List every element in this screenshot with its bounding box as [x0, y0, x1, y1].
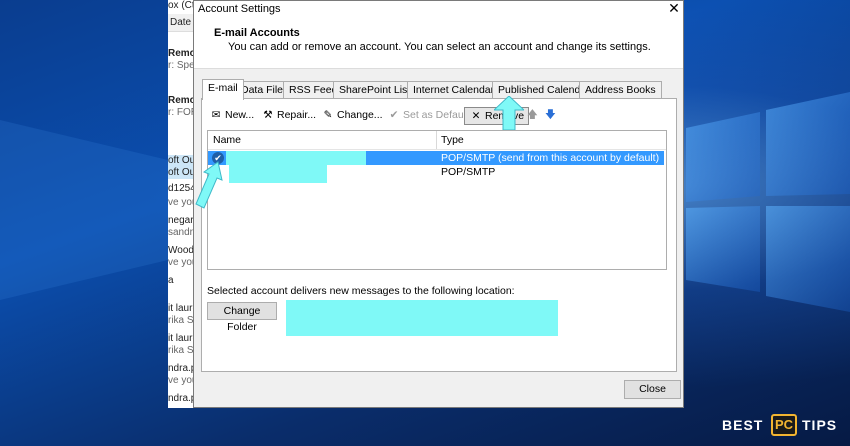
outlook-folder-title: ox (Ctr — [168, 0, 193, 11]
close-button[interactable]: Close — [624, 380, 681, 399]
message-list-item[interactable]: oft Ou — [168, 167, 193, 179]
name-column-header[interactable]: Name — [213, 134, 241, 146]
message-list-item[interactable]: ve you — [168, 257, 193, 269]
message-list-item[interactable]: it laure — [168, 303, 193, 315]
dialog-title: Account Settings — [198, 3, 281, 15]
section-title: E-mail Accounts — [214, 27, 300, 39]
tab-internet-calendars[interactable]: Internet Calendars — [407, 81, 506, 99]
redacted-account-name — [229, 165, 327, 183]
message-list-item[interactable]: oft Ou — [168, 155, 193, 167]
outlook-message-list: ox (Ctr Date Remor: SpecRemor: FORoft Ou… — [168, 0, 194, 408]
message-list-item[interactable]: r: FOR — [168, 107, 193, 119]
new-account-button[interactable]: ✉ New... — [207, 107, 256, 125]
annotation-arrow-account — [195, 161, 223, 209]
new-mail-icon: ✉ — [211, 109, 221, 121]
redacted-account-name — [226, 151, 366, 165]
new-label: New... — [225, 109, 255, 121]
message-list-item[interactable]: rika S — [168, 315, 193, 327]
message-list-item[interactable]: Remo — [168, 48, 193, 60]
message-list-item[interactable]: negar — [168, 215, 193, 227]
close-icon[interactable]: ✕ — [667, 0, 681, 17]
set-default-label: Set as Default — [403, 109, 469, 121]
wrench-icon: ⚒ — [263, 109, 273, 121]
set-default-button[interactable]: ✔ Set as Default — [385, 107, 471, 125]
account-settings-dialog: Account Settings ✕ E-mail Accounts You c… — [193, 0, 684, 408]
type-column-header[interactable]: Type — [441, 134, 464, 146]
watermark-right: TIPS — [802, 417, 838, 433]
email-tab-panel: ✉ New... ⚒ Repair... ✎ Change... ✔ Set as De… — [201, 98, 677, 372]
message-list-item[interactable]: ndra.p — [168, 393, 193, 405]
message-list-item[interactable]: Remo — [168, 95, 193, 107]
dialog-titlebar: Account Settings ✕ — [194, 0, 683, 17]
message-list-item[interactable]: sandr — [168, 227, 193, 239]
watermark-left: BEST — [722, 417, 764, 433]
change-button[interactable]: ✎ Change... — [319, 107, 385, 125]
account-row-default[interactable]: ✔ POP/SMTP (send from this account by de… — [208, 151, 664, 165]
tab-email[interactable]: E-mail — [202, 79, 244, 100]
repair-label: Repair... — [277, 109, 317, 121]
section-subtitle: You can add or remove an account. You ca… — [228, 41, 651, 53]
message-list-item[interactable]: ve you — [168, 375, 193, 387]
redacted-delivery-location — [286, 300, 558, 336]
dialog-header: E-mail Accounts You can add or remove an… — [194, 17, 683, 69]
message-list-item[interactable]: d1254 — [168, 183, 193, 195]
account-type: POP/SMTP — [441, 166, 496, 178]
message-list-item[interactable]: ndra.p — [168, 363, 193, 375]
watermark-box: PC — [771, 414, 797, 436]
remove-x-icon: ✕ — [471, 110, 481, 122]
message-list-item[interactable]: it laure — [168, 333, 193, 345]
message-list-item[interactable]: rika S — [168, 345, 193, 357]
edit-icon: ✎ — [323, 109, 333, 121]
move-down-icon[interactable]: 🡇 — [543, 107, 558, 125]
delivery-location-label: Selected account delivers new messages t… — [207, 285, 515, 297]
account-toolbar: ✉ New... ⚒ Repair... ✎ Change... ✔ Set as De… — [207, 107, 667, 125]
column-divider[interactable] — [436, 131, 437, 149]
change-folder-button[interactable]: Change Folder — [207, 302, 277, 333]
repair-button[interactable]: ⚒ Repair... — [259, 107, 318, 125]
bestpctips-watermark: BEST PC TIPS — [722, 414, 846, 440]
account-type: POP/SMTP (send from this account by defa… — [441, 152, 660, 164]
account-list: Name Type ✔ POP/SMTP (send from this acc… — [207, 130, 667, 270]
account-row[interactable]: POP/SMTP — [208, 165, 664, 183]
header-divider — [208, 149, 666, 150]
message-list-item[interactable]: r: Spec — [168, 60, 193, 72]
move-up-icon[interactable]: 🡅 — [525, 107, 540, 125]
message-list-item[interactable]: a — [168, 275, 193, 287]
date-column-header[interactable]: Date — [168, 14, 193, 32]
annotation-arrow-remove — [494, 96, 524, 130]
change-label: Change... — [337, 109, 383, 121]
message-list-item[interactable]: Wood — [168, 245, 193, 257]
default-check-icon: ✔ — [389, 109, 399, 121]
message-list-item[interactable]: ve you — [168, 197, 193, 209]
tab-address-books[interactable]: Address Books — [579, 81, 662, 99]
